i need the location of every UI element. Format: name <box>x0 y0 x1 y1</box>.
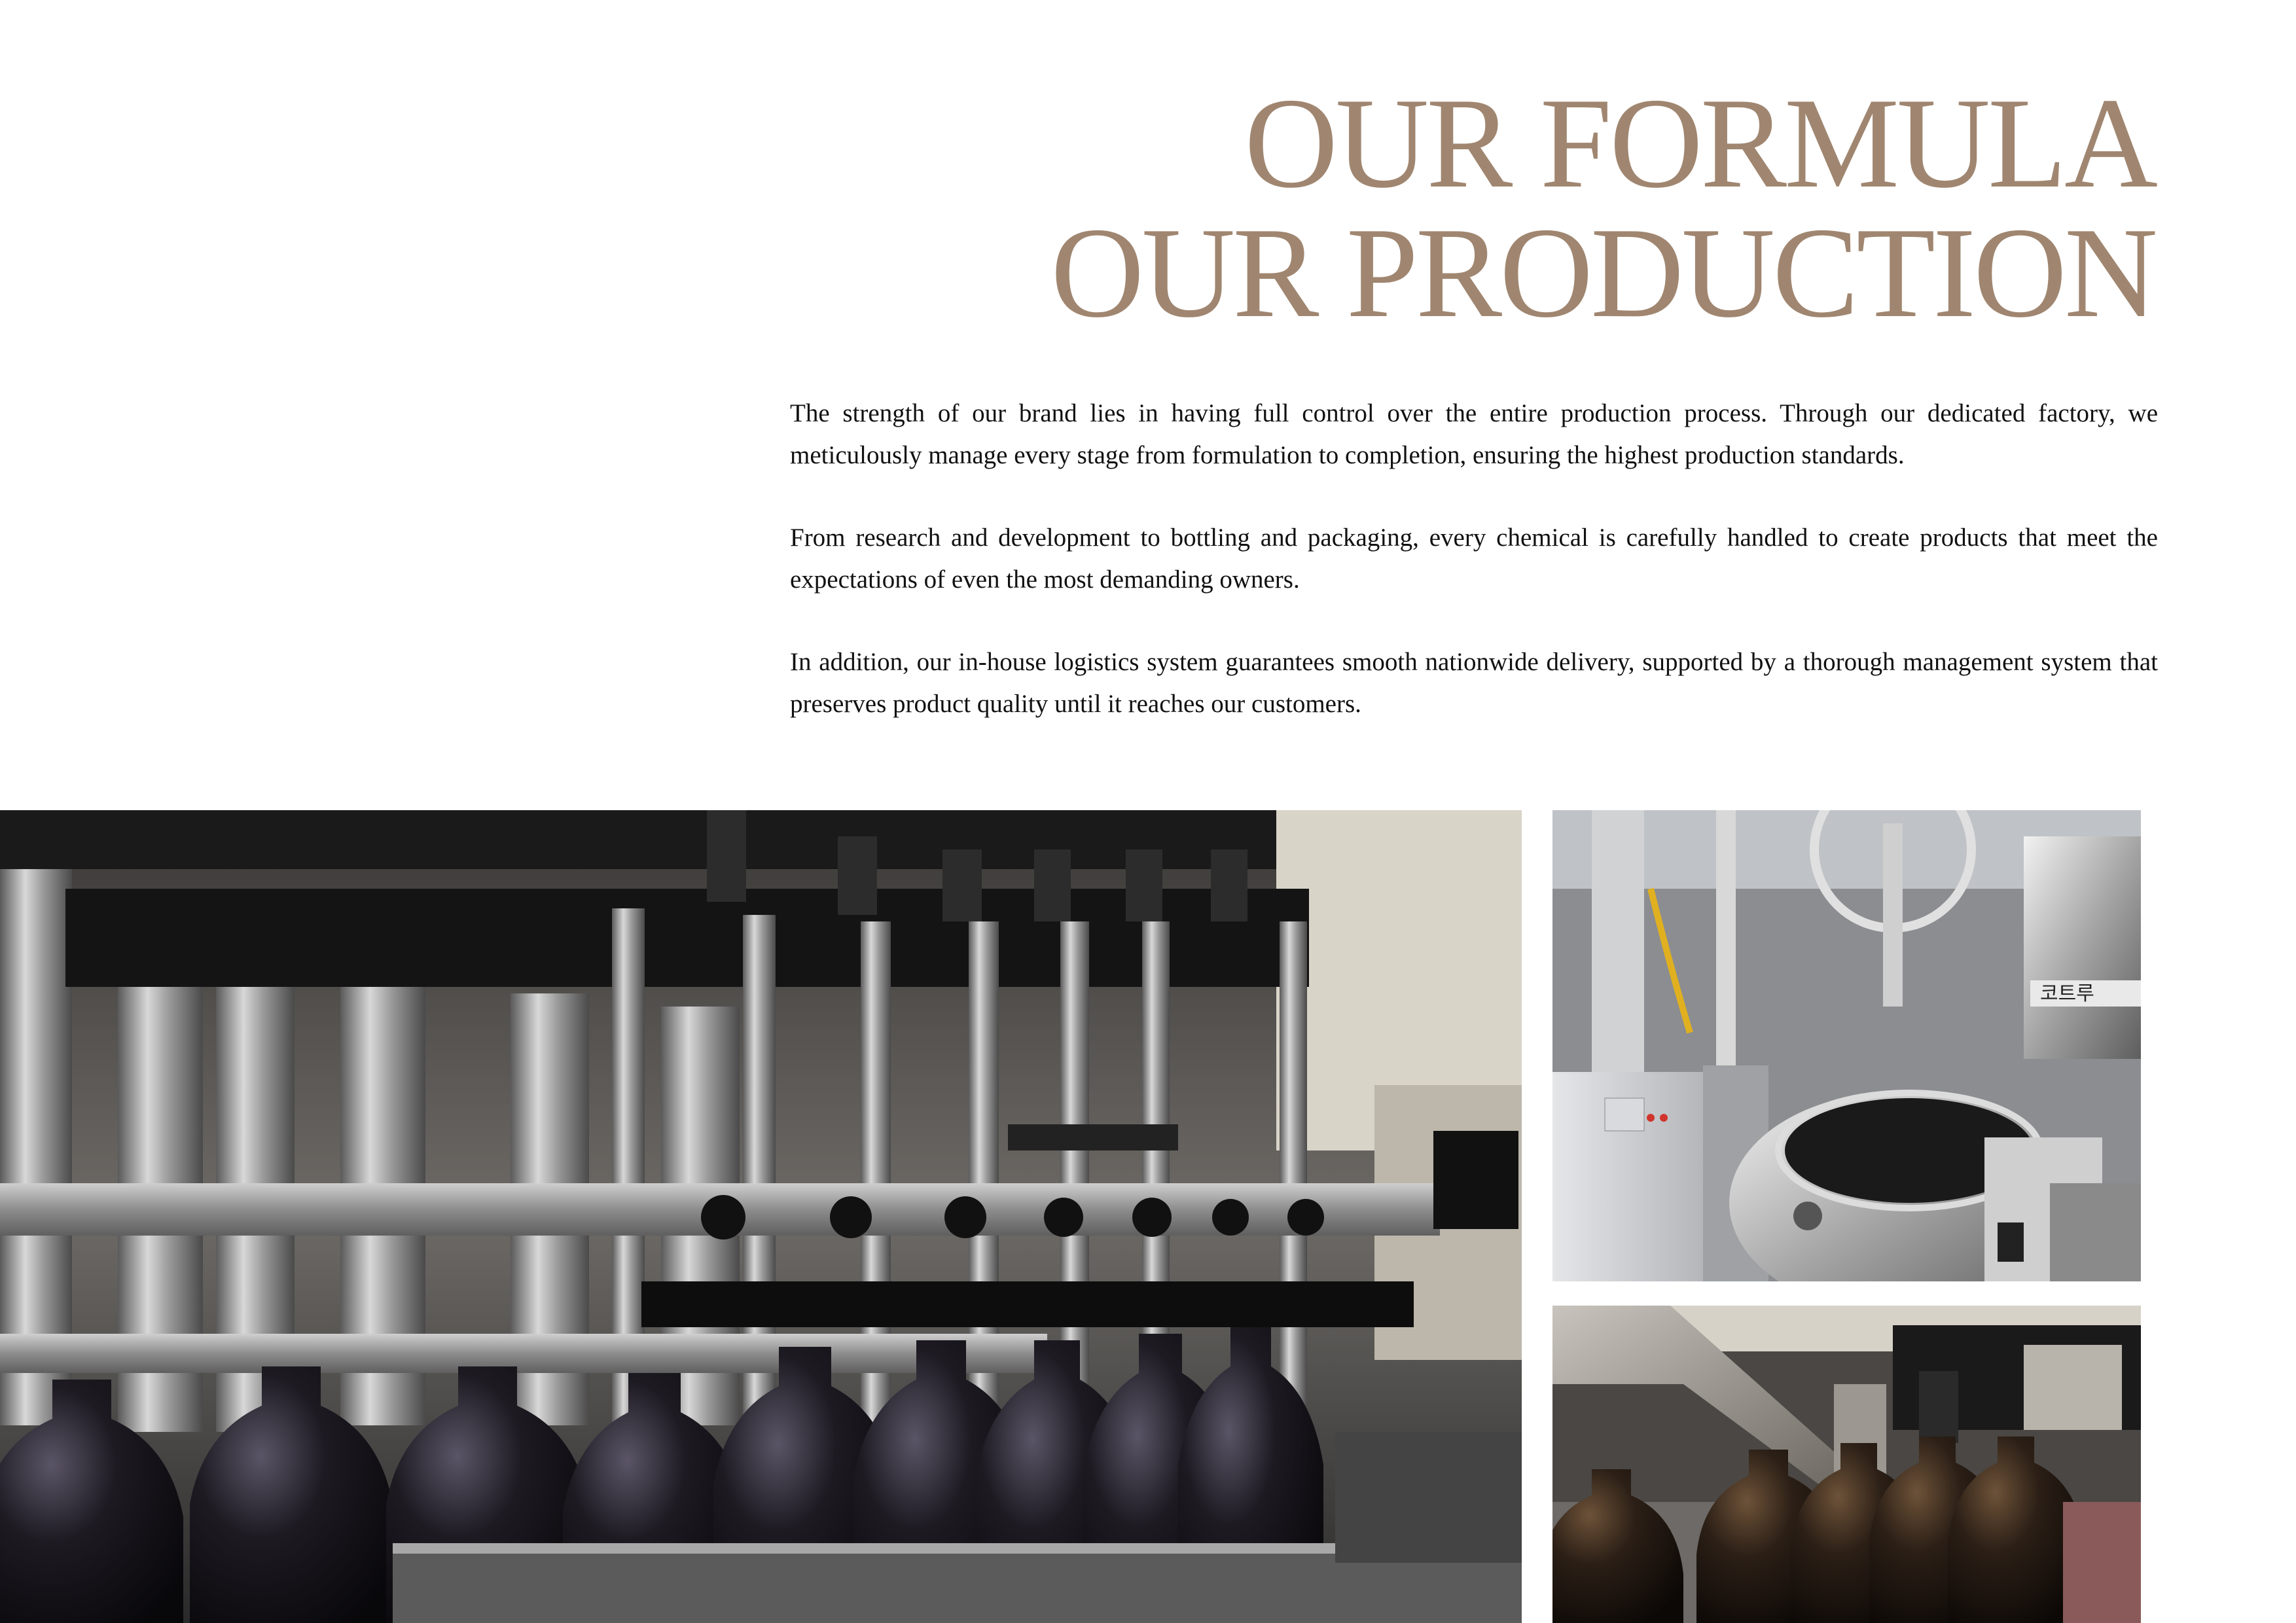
paragraph-research-packaging: From research and development to bottlin… <box>790 524 2158 594</box>
capping-machine-photo <box>1552 1306 2141 1623</box>
title-line-1: OUR FORMULA <box>1244 71 2158 215</box>
body-copy: The strength of our brand lies in having… <box>790 393 2158 766</box>
title-line-2: OUR PRODUCTION <box>1050 201 2158 344</box>
mixing-tank-photo: 코트루 <box>1552 810 2141 1281</box>
paragraph-production-control: The strength of our brand lies in having… <box>790 399 2158 469</box>
tank-label: 코트루 <box>2040 982 2094 1005</box>
page-title: OUR FORMULA OUR PRODUCTION <box>1050 71 2158 344</box>
paragraph-logistics: In addition, our in-house logistics syst… <box>790 648 2158 718</box>
bottle-filling-line-photo <box>0 810 1522 1623</box>
